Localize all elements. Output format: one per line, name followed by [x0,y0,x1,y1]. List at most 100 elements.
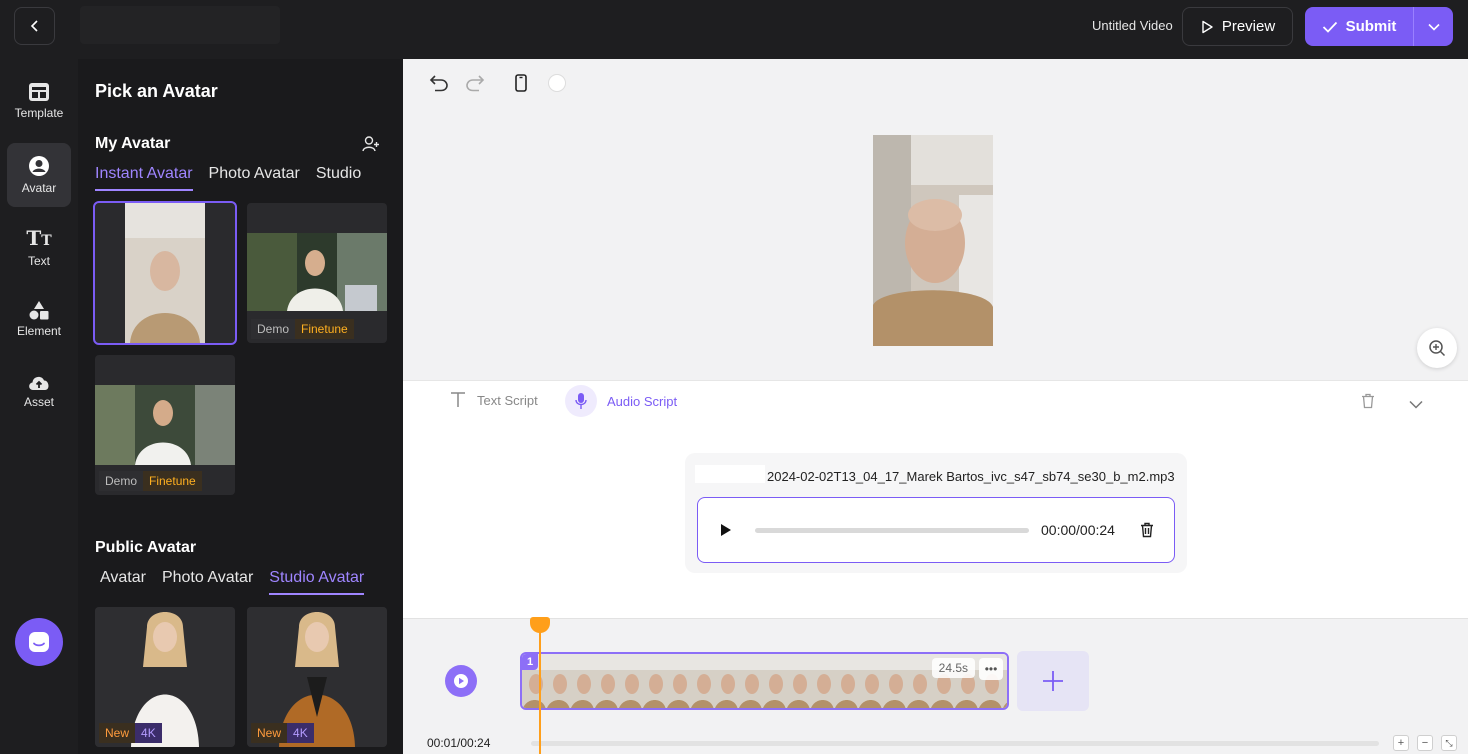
audio-time: 00:00/00:24 [1041,522,1115,538]
avatar-card-studio-2[interactable]: New 4K [247,607,387,747]
tab-instant-avatar[interactable]: Instant Avatar [95,165,193,191]
back-button[interactable] [14,7,55,45]
submit-label: Submit [1345,18,1397,35]
video-preview-frame[interactable] [873,135,993,346]
avatar-icon [29,156,49,176]
clip-duration: 24.5s [931,658,975,678]
tab-text-script[interactable]: Text Script [449,391,538,409]
timeline-zoom-out-button[interactable]: − [1417,735,1433,751]
text-t-icon [451,392,465,407]
avatar-card-studio-1[interactable]: New 4K [95,607,235,747]
my-avatar-tabs: Instant Avatar Photo Avatar Studio [95,165,361,191]
background-color-button[interactable] [547,73,567,93]
asset-upload-icon [29,376,49,390]
zoom-in-icon [1429,340,1446,357]
undo-button[interactable] [429,73,449,93]
rail-label-avatar: Avatar [21,181,57,195]
avatar-card-instant-1[interactable] [93,201,237,345]
aspect-ratio-button[interactable] [511,73,531,93]
badge-new: New [251,723,288,743]
preview-label: Preview [1221,18,1276,35]
chevron-down-icon [1427,23,1440,31]
timeline-time: 00:01/00:24 [427,736,491,750]
remove-audio-button[interactable] [1140,522,1154,543]
timeline-scrollbar[interactable] [531,741,1379,746]
add-avatar-icon[interactable] [362,135,380,153]
microphone-icon [565,385,597,417]
badge-finetune: Finetune [295,319,354,339]
timeline-play-button[interactable] [445,665,477,697]
badge-demo: Demo [251,319,296,339]
avatar-badges: New 4K [251,723,314,743]
submit-button-group: Submit [1305,7,1453,46]
badge-finetune: Finetune [143,471,202,491]
audio-progress-bar[interactable] [755,528,1029,533]
support-chat-button[interactable] [15,618,63,666]
play-outline-icon [1202,20,1213,33]
redo-button[interactable] [465,73,485,93]
text-script-label: Text Script [477,392,538,408]
audio-script-label: Audio Script [607,393,678,409]
tab-avatar[interactable]: Avatar [100,569,146,595]
trash-icon [1141,522,1153,538]
file-name-redacted [695,465,765,483]
avatar-thumbnail [125,203,205,343]
tab-studio-avatar[interactable]: Studio Avatar [269,569,365,595]
timeline: 1 24.5s ••• 00:01/00:24 + − ⤡ [403,617,1468,754]
video-canvas [403,59,1468,380]
rail-item-text[interactable]: TT Text [7,215,71,279]
rail-item-avatar[interactable]: Avatar [7,143,71,207]
tab-audio-script[interactable]: Audio Script [565,385,677,417]
audio-play-button[interactable] [720,523,732,542]
timeline-clip[interactable]: 1 24.5s ••• [520,652,1009,710]
text-icon: TT [26,226,52,250]
panel-title: Pick an Avatar [95,81,218,101]
avatar-badges: Demo Finetune [99,471,202,491]
play-icon [454,674,468,688]
more-dots-icon: ••• [984,662,998,676]
delete-script-button[interactable] [1361,393,1375,414]
chat-icon [29,632,49,652]
submit-options-dropdown[interactable] [1413,7,1453,46]
submit-button[interactable]: Submit [1305,7,1413,46]
plus-icon [1043,671,1063,691]
undo-icon [429,75,448,92]
tab-public-photo-avatar[interactable]: Photo Avatar [162,569,253,595]
tab-studio[interactable]: Studio [316,165,361,191]
rail-label-text: Text [27,254,50,268]
avatar-card-instant-3[interactable]: Demo Finetune [95,355,235,495]
chevron-down-icon [1409,400,1423,409]
project-name-redacted [80,6,280,44]
my-avatar-title: My Avatar [95,135,171,152]
collapse-script-button[interactable] [1409,396,1423,414]
public-avatar-tabs: Avatar Photo Avatar Studio Avatar [100,569,365,595]
trash-icon [1362,393,1374,409]
video-title[interactable]: Untitled Video [1092,18,1173,33]
rail-item-template[interactable]: Template [7,69,71,133]
check-icon [1322,21,1337,33]
rail-item-element[interactable]: Element [7,287,71,351]
template-icon [29,83,49,101]
audio-file-card: 2024-02-02T13_04_17_Marek Bartos_ivc_s47… [685,453,1187,573]
zoom-button[interactable] [1417,328,1457,368]
tab-photo-avatar[interactable]: Photo Avatar [209,165,300,191]
badge-4k: 4K [287,723,314,743]
avatar-card-instant-2[interactable]: Demo Finetune [247,203,387,343]
chevron-left-icon [30,20,38,32]
minus-icon: − [1421,737,1429,749]
left-rail: Template Avatar TT Text Element Asset [0,59,78,754]
top-bar: Untitled Video Preview Submit [0,0,1468,59]
preview-button[interactable]: Preview [1182,7,1293,46]
redo-icon [466,75,485,92]
rail-item-asset[interactable]: Asset [7,359,71,423]
public-avatar-title: Public Avatar [95,539,197,556]
timeline-fit-button[interactable]: ⤡ [1441,735,1457,751]
badge-demo: Demo [99,471,144,491]
rail-label-element: Element [16,324,62,338]
playhead[interactable] [539,619,541,754]
timeline-zoom-in-button[interactable]: + [1393,735,1409,751]
avatar-badges: Demo Finetune [251,319,354,339]
add-scene-button[interactable] [1017,651,1089,711]
badge-new: New [99,723,136,743]
clip-more-button[interactable]: ••• [979,658,1003,680]
